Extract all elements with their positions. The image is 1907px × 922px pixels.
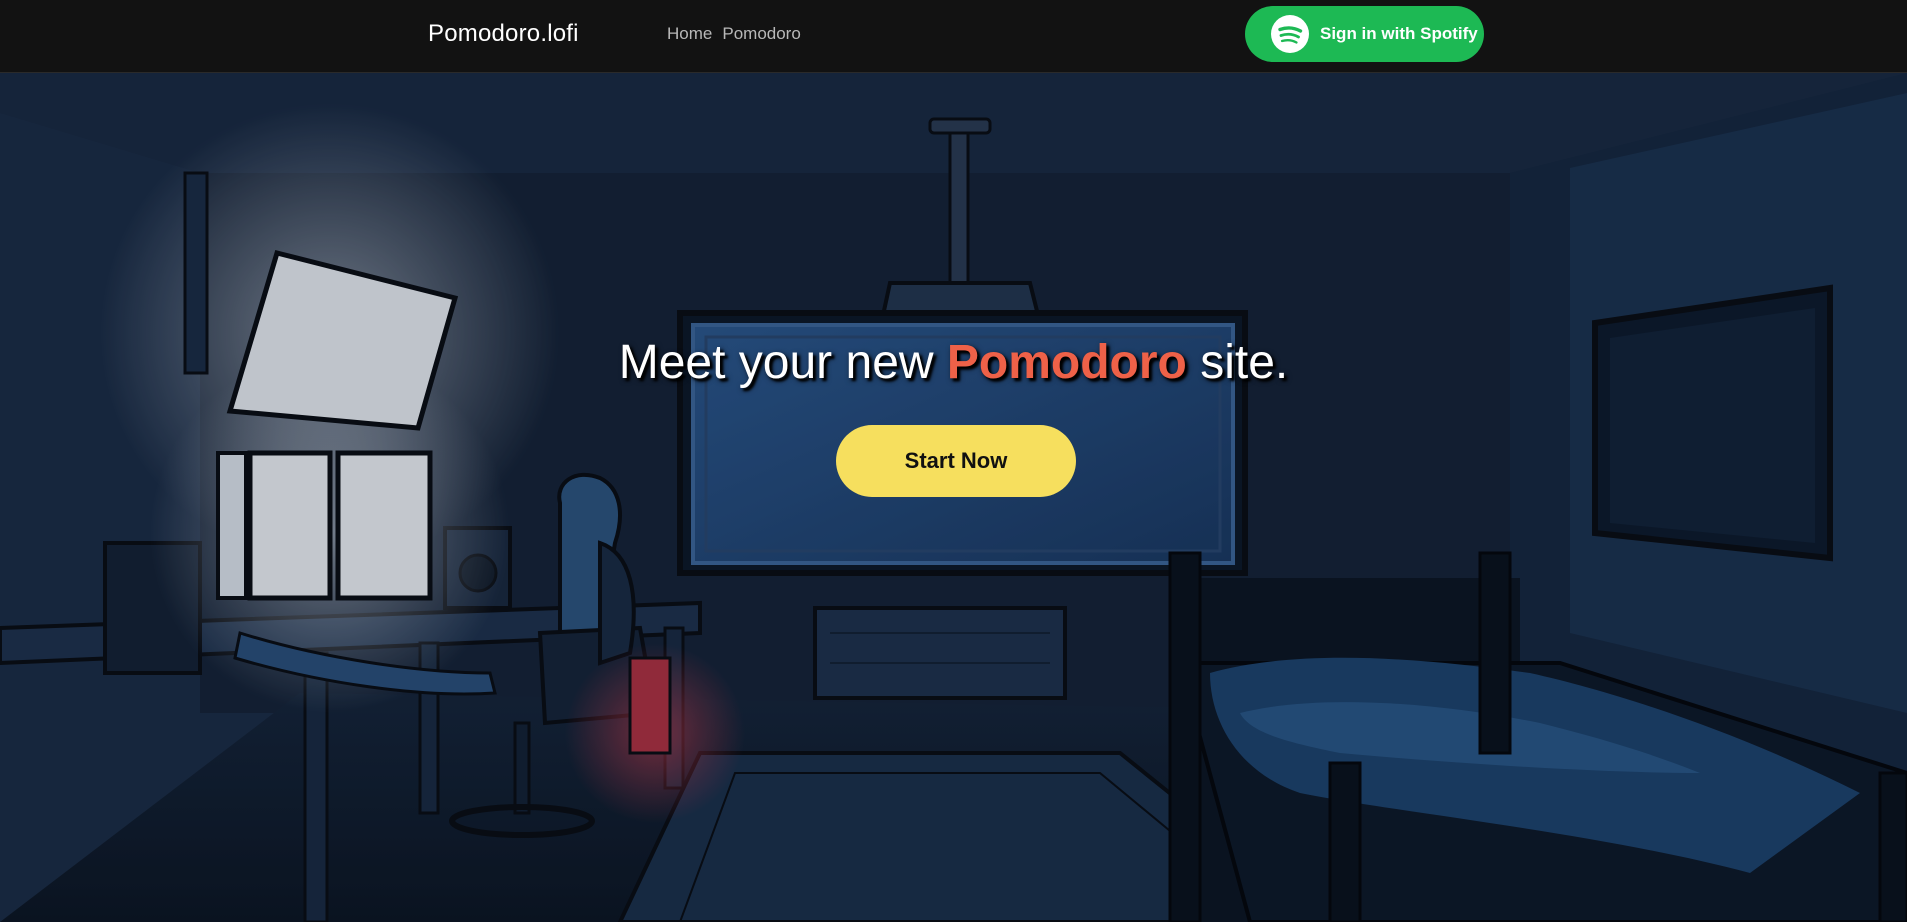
headline-suffix: site. — [1200, 336, 1289, 389]
sign-in-with-spotify-button[interactable]: Sign in with Spotify — [1245, 6, 1484, 62]
start-now-button[interactable]: Start Now — [836, 425, 1076, 497]
nav-link-pomodoro[interactable]: Pomodoro — [722, 24, 800, 44]
nav-links: Home Pomodoro — [667, 24, 801, 44]
hero-headline: Meet your new Pomodoro site. — [0, 335, 1907, 390]
spotify-icon — [1271, 15, 1309, 53]
spotify-button-label: Sign in with Spotify — [1320, 24, 1478, 43]
headline-prefix: Meet your new — [618, 336, 934, 389]
top-navbar: Pomodoro.lofi Home Pomodoro Sign in with… — [0, 0, 1907, 73]
headline-accent-word: Pomodoro — [946, 336, 1187, 389]
nav-link-home[interactable]: Home — [667, 24, 712, 44]
brand-logo-link[interactable]: Pomodoro.lofi — [428, 20, 579, 48]
hero-background-illustration — [0, 73, 1907, 922]
hero-section: Meet your new Pomodoro site. Start Now — [0, 73, 1907, 922]
